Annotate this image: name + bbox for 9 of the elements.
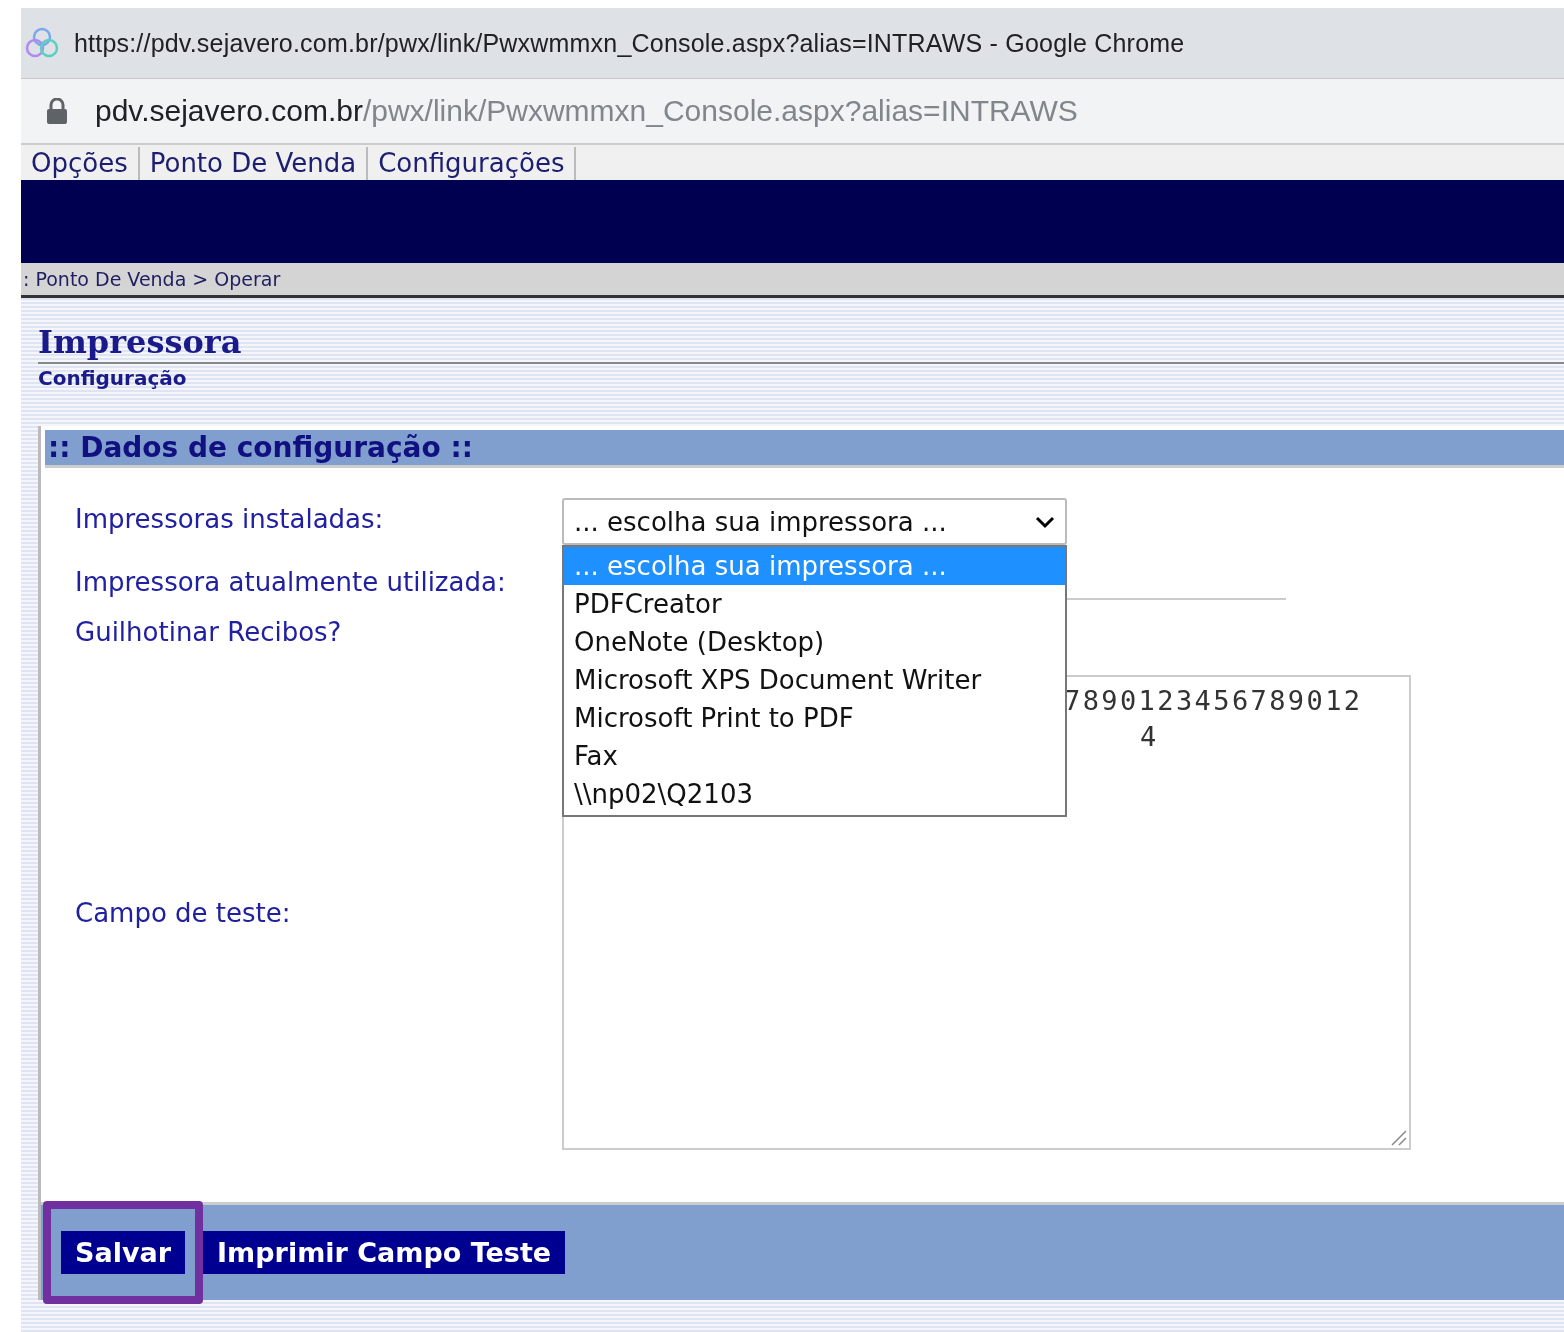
window-title: https://pdv.sejavero.com.br/pwx/link/Pwxwmmxn_Console.aspx?alias=INTRAWS - Google Chrome xyxy=(74,28,1185,58)
field-label: Guilhotinar Recibos? xyxy=(75,617,343,647)
page-title: Impressora xyxy=(38,322,1564,364)
field-label: Impressora atualmente utilizada: xyxy=(75,567,507,597)
breadcrumb: : Ponto De Venda > Operar xyxy=(23,268,281,290)
field-label: Impressoras instaladas: xyxy=(75,503,385,534)
field-label: Campo de teste: xyxy=(75,897,292,928)
page-subtitle: Configuração xyxy=(38,366,188,390)
panel-title: :: Dados de configuração :: xyxy=(47,431,473,464)
